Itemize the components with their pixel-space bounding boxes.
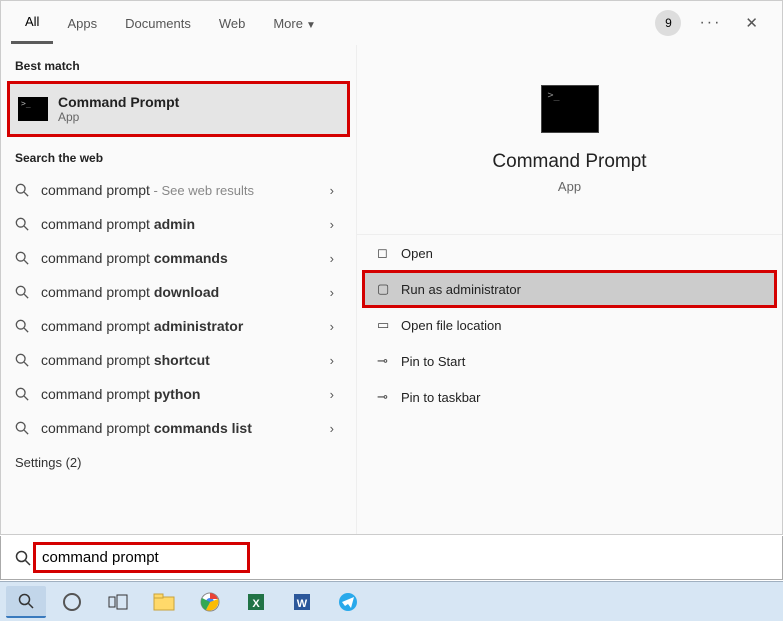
best-match-subtitle: App: [58, 110, 179, 124]
web-result-text: command prompt commands: [41, 250, 342, 266]
taskbar-cortana-icon[interactable]: [52, 586, 92, 618]
search-input[interactable]: [42, 549, 241, 566]
action-open-location[interactable]: ▭ Open file location: [357, 307, 782, 343]
account-badge[interactable]: 9: [655, 10, 681, 36]
chevron-right-icon: ›: [330, 319, 334, 334]
chevron-right-icon: ›: [330, 285, 334, 300]
taskbar: X W: [0, 581, 783, 621]
svg-text:W: W: [297, 598, 308, 610]
folder-icon: ▭: [377, 317, 401, 333]
web-result-7[interactable]: command prompt commands list›: [1, 411, 356, 445]
web-result-text: command prompt shortcut: [41, 352, 342, 368]
web-result-2[interactable]: command prompt commands›: [1, 241, 356, 275]
web-result-text: command prompt download: [41, 284, 342, 300]
search-icon: [15, 319, 29, 333]
tab-documents[interactable]: Documents: [111, 4, 205, 43]
search-icon: [15, 251, 29, 265]
results-list: Best match Command Prompt App Search the…: [1, 45, 356, 534]
web-result-4[interactable]: command prompt administrator›: [1, 309, 356, 343]
best-match-header: Best match: [1, 45, 356, 81]
web-result-5[interactable]: command prompt shortcut›: [1, 343, 356, 377]
action-pin-start[interactable]: ⊸ Pin to Start: [357, 343, 782, 379]
filter-tabs: All Apps Documents Web More▼ 9 ··· ✕: [1, 1, 782, 45]
action-run-as-admin[interactable]: ▢ Run as administrator: [363, 271, 776, 307]
tab-more[interactable]: More▼: [259, 4, 330, 43]
preview-pane: Command Prompt App ◻ Open ▢ Run as admin…: [356, 45, 782, 534]
taskbar-word-icon[interactable]: W: [282, 586, 322, 618]
command-prompt-icon: [18, 97, 48, 121]
settings-results[interactable]: Settings (2): [1, 445, 356, 480]
admin-shield-icon: ▢: [377, 281, 401, 297]
chevron-right-icon: ›: [330, 421, 334, 436]
close-button[interactable]: ✕: [731, 14, 772, 32]
web-result-text: command prompt administrator: [41, 318, 342, 334]
chevron-right-icon: ›: [330, 183, 334, 198]
search-icon: [15, 421, 29, 435]
pin-icon: ⊸: [377, 389, 401, 405]
chevron-right-icon: ›: [330, 217, 334, 232]
search-web-header: Search the web: [1, 137, 356, 173]
web-result-text: command prompt admin: [41, 216, 342, 232]
web-result-6[interactable]: command prompt python›: [1, 377, 356, 411]
tab-web[interactable]: Web: [205, 4, 260, 43]
chevron-down-icon: ▼: [306, 20, 316, 31]
search-icon: [15, 217, 29, 231]
action-pin-taskbar[interactable]: ⊸ Pin to taskbar: [357, 379, 782, 415]
chevron-right-icon: ›: [330, 353, 334, 368]
preview-actions: ◻ Open ▢ Run as administrator ▭ Open fil…: [357, 234, 782, 415]
search-icon: [15, 183, 29, 197]
taskbar-taskview-icon[interactable]: [98, 586, 138, 618]
svg-text:X: X: [252, 598, 260, 610]
search-icon: [15, 550, 31, 566]
web-result-text: command prompt - See web results: [41, 182, 342, 198]
preview-subtitle: App: [558, 179, 581, 194]
pin-icon: ⊸: [377, 353, 401, 369]
chevron-right-icon: ›: [330, 251, 334, 266]
tab-all[interactable]: All: [11, 2, 53, 44]
search-highlight: [33, 542, 250, 573]
search-icon: [15, 353, 29, 367]
taskbar-chrome-icon[interactable]: [190, 586, 230, 618]
web-result-text: command prompt commands list: [41, 420, 342, 436]
more-options-icon[interactable]: ···: [689, 14, 731, 32]
open-icon: ◻: [377, 245, 401, 261]
web-result-0[interactable]: command prompt - See web results›: [1, 173, 356, 207]
preview-app-icon: [541, 85, 599, 133]
search-bar[interactable]: [0, 536, 783, 580]
search-panel: All Apps Documents Web More▼ 9 ··· ✕ Bes…: [0, 0, 783, 535]
tab-apps[interactable]: Apps: [53, 4, 111, 43]
search-icon: [15, 285, 29, 299]
web-result-1[interactable]: command prompt admin›: [1, 207, 356, 241]
web-result-text: command prompt python: [41, 386, 342, 402]
taskbar-telegram-icon[interactable]: [328, 586, 368, 618]
action-open[interactable]: ◻ Open: [357, 235, 782, 271]
best-match-title: Command Prompt: [58, 94, 179, 110]
taskbar-explorer-icon[interactable]: [144, 586, 184, 618]
web-result-3[interactable]: command prompt download›: [1, 275, 356, 309]
chevron-right-icon: ›: [330, 387, 334, 402]
search-icon: [15, 387, 29, 401]
taskbar-excel-icon[interactable]: X: [236, 586, 276, 618]
preview-title: Command Prompt: [492, 151, 646, 173]
taskbar-search-button[interactable]: [6, 586, 46, 618]
best-match-item[interactable]: Command Prompt App: [7, 81, 350, 137]
